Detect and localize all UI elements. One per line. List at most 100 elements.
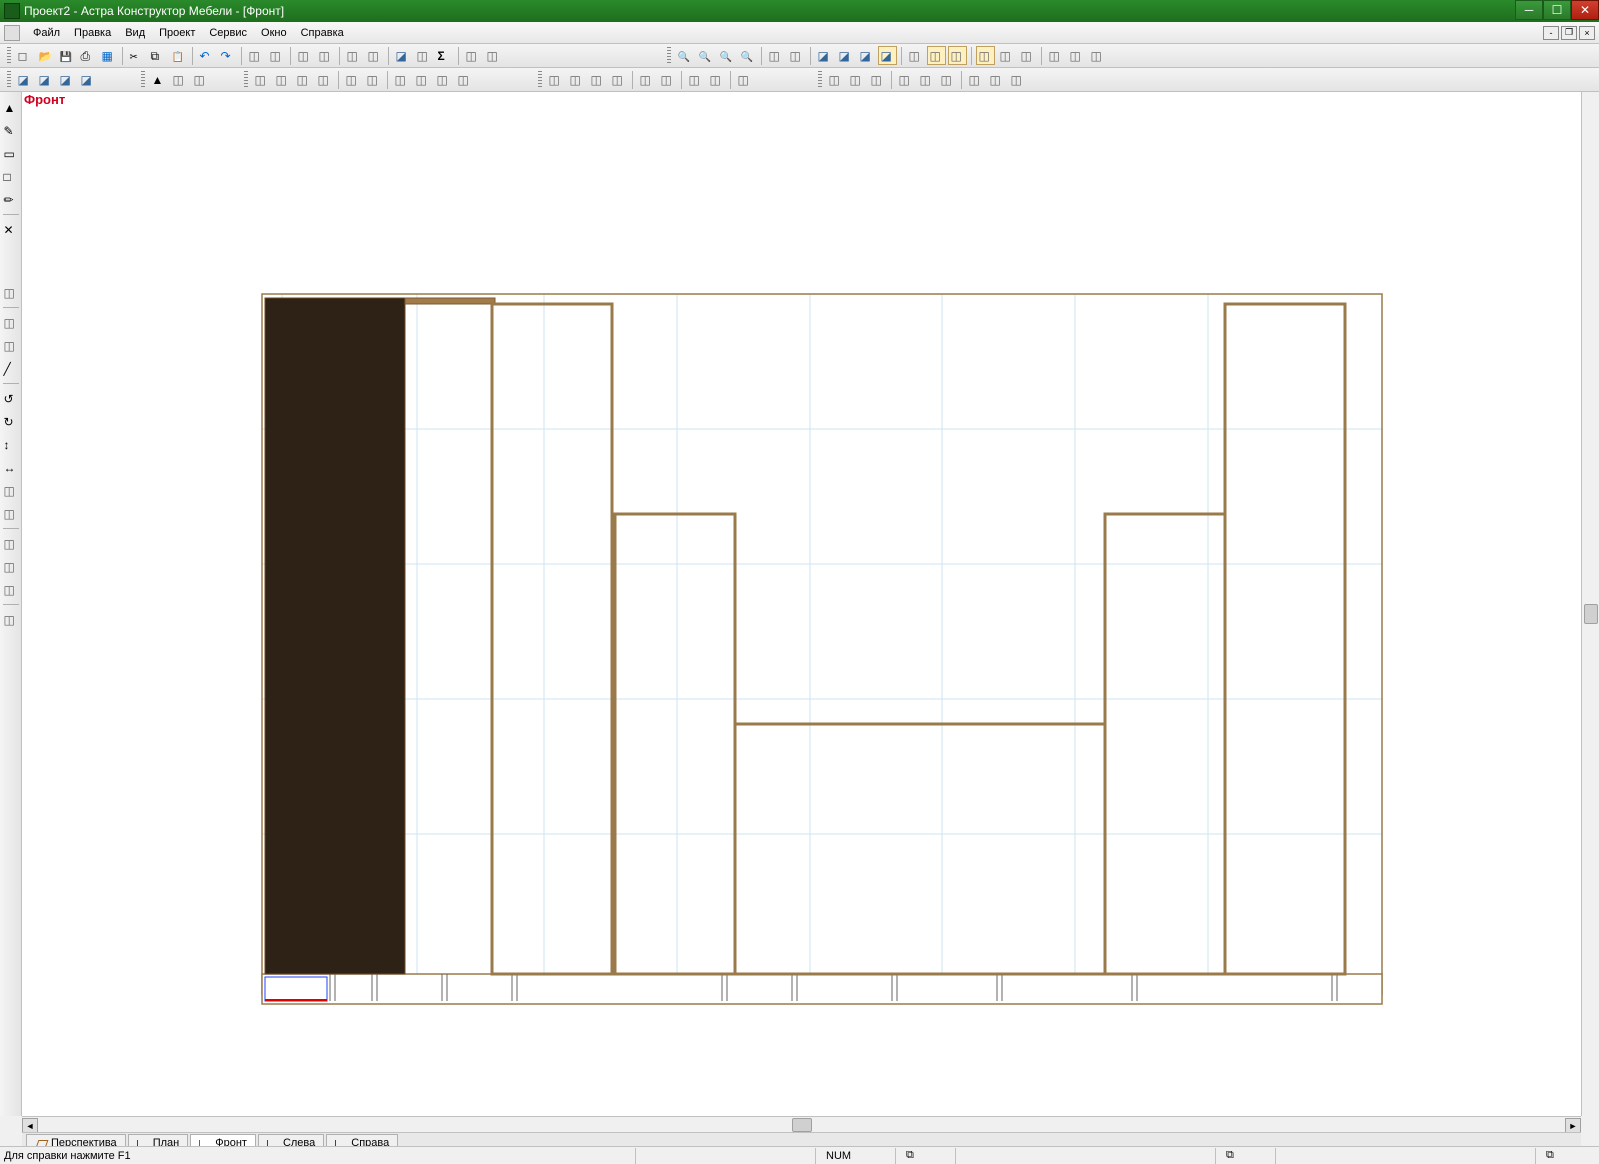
shape-tool[interactable] xyxy=(15,70,34,89)
cut-button[interactable] xyxy=(127,46,146,65)
menu-project[interactable]: Проект xyxy=(152,24,202,42)
align-tool[interactable] xyxy=(273,70,292,89)
view-button[interactable] xyxy=(836,46,855,65)
menu-view[interactable]: Вид xyxy=(118,24,152,42)
mdi-icon[interactable] xyxy=(4,25,20,41)
move-tool[interactable]: ↔ xyxy=(1,458,20,477)
vertical-scrollbar[interactable] xyxy=(1581,92,1599,1116)
menu-file[interactable]: Файл xyxy=(26,24,67,42)
snap-button[interactable] xyxy=(766,46,785,65)
display-button[interactable] xyxy=(1018,46,1037,65)
dist-tool[interactable] xyxy=(686,70,705,89)
layout-tool[interactable] xyxy=(826,70,845,89)
save-button[interactable] xyxy=(57,46,76,65)
tool-button[interactable] xyxy=(365,46,384,65)
group-tool[interactable] xyxy=(1,557,20,576)
tool-button[interactable] xyxy=(316,46,335,65)
move-tool[interactable] xyxy=(1,504,20,523)
layout-tool[interactable] xyxy=(896,70,915,89)
vertical-scroll-thumb[interactable] xyxy=(1584,604,1598,624)
toolbar-grip[interactable] xyxy=(7,47,11,65)
edit-tool[interactable]: ╱ xyxy=(1,359,20,378)
move-tool[interactable] xyxy=(1,481,20,500)
tool-button[interactable] xyxy=(267,46,286,65)
delete-tool[interactable]: ✕ xyxy=(1,220,20,239)
shape-tool[interactable]: ▭ xyxy=(1,144,20,163)
layout-tool[interactable] xyxy=(938,70,957,89)
move-tool[interactable]: ↕ xyxy=(1,435,20,454)
align-tool[interactable] xyxy=(315,70,334,89)
tool-button[interactable] xyxy=(484,46,503,65)
tool-button[interactable] xyxy=(295,46,314,65)
undo-button[interactable] xyxy=(197,46,216,65)
display-button[interactable] xyxy=(997,46,1016,65)
edit-tool[interactable] xyxy=(1,336,20,355)
paste-button[interactable] xyxy=(169,46,188,65)
zoom-in-button[interactable] xyxy=(696,46,715,65)
copy-button[interactable] xyxy=(148,46,167,65)
dist-tool[interactable] xyxy=(588,70,607,89)
drawing-canvas[interactable]: Фронт xyxy=(22,92,1581,1116)
zoom-out-button[interactable] xyxy=(717,46,736,65)
open-button[interactable] xyxy=(36,46,55,65)
view-button[interactable] xyxy=(857,46,876,65)
minimize-button[interactable]: ─ xyxy=(1515,0,1543,20)
menu-help[interactable]: Справка xyxy=(294,24,351,42)
mdi-restore-button[interactable]: ❐ xyxy=(1561,26,1577,40)
close-button[interactable]: ✕ xyxy=(1571,0,1599,20)
layout-tool[interactable] xyxy=(847,70,866,89)
align-tool[interactable] xyxy=(434,70,453,89)
horizontal-scroll-thumb[interactable] xyxy=(792,1118,812,1132)
layout-tool[interactable] xyxy=(1008,70,1027,89)
shape-tool[interactable] xyxy=(78,70,97,89)
print-button[interactable] xyxy=(78,46,97,65)
render-button[interactable] xyxy=(927,46,946,65)
layout-tool[interactable] xyxy=(917,70,936,89)
align-tool[interactable] xyxy=(413,70,432,89)
mdi-minimize-button[interactable]: - xyxy=(1543,26,1559,40)
tool-button[interactable] xyxy=(246,46,265,65)
display-button[interactable] xyxy=(976,46,995,65)
shape-tool[interactable] xyxy=(36,70,55,89)
shape-tool[interactable] xyxy=(57,70,76,89)
mdi-close-button[interactable]: × xyxy=(1579,26,1595,40)
new-button[interactable] xyxy=(15,46,34,65)
align-tool[interactable] xyxy=(455,70,474,89)
tool-button[interactable] xyxy=(463,46,482,65)
display-button[interactable] xyxy=(1067,46,1086,65)
group-tool[interactable] xyxy=(1,534,20,553)
preview-button[interactable] xyxy=(99,46,118,65)
dist-tool[interactable] xyxy=(658,70,677,89)
toolbar-grip[interactable] xyxy=(818,71,822,89)
align-tool[interactable] xyxy=(343,70,362,89)
toolbar-grip[interactable] xyxy=(538,71,542,89)
toolbar-grip[interactable] xyxy=(244,71,248,89)
layout-tool[interactable] xyxy=(966,70,985,89)
snap-button[interactable] xyxy=(787,46,806,65)
layout-tool[interactable] xyxy=(868,70,887,89)
dist-tool[interactable] xyxy=(546,70,565,89)
render-button[interactable] xyxy=(906,46,925,65)
redo-button[interactable] xyxy=(218,46,237,65)
align-tool[interactable] xyxy=(294,70,313,89)
tool-button[interactable] xyxy=(344,46,363,65)
part-tool[interactable] xyxy=(170,70,189,89)
render-button[interactable] xyxy=(948,46,967,65)
part-tool[interactable] xyxy=(191,70,210,89)
menu-window[interactable]: Окно xyxy=(254,24,294,42)
maximize-button[interactable]: ☐ xyxy=(1543,0,1571,20)
zoom-fit-button[interactable] xyxy=(675,46,694,65)
menu-service[interactable]: Сервис xyxy=(202,24,254,42)
tool-button[interactable] xyxy=(414,46,433,65)
tool-button[interactable] xyxy=(393,46,412,65)
dist-tool[interactable] xyxy=(707,70,726,89)
align-tool[interactable] xyxy=(392,70,411,89)
dist-tool[interactable] xyxy=(735,70,754,89)
select-tool[interactable] xyxy=(1,98,20,117)
toolbar-grip[interactable] xyxy=(141,71,145,89)
align-tool[interactable] xyxy=(252,70,271,89)
menu-edit[interactable]: Правка xyxy=(67,24,118,42)
rotate-tool[interactable]: ↺ xyxy=(1,389,20,408)
view-button[interactable] xyxy=(815,46,834,65)
display-button[interactable] xyxy=(1088,46,1107,65)
